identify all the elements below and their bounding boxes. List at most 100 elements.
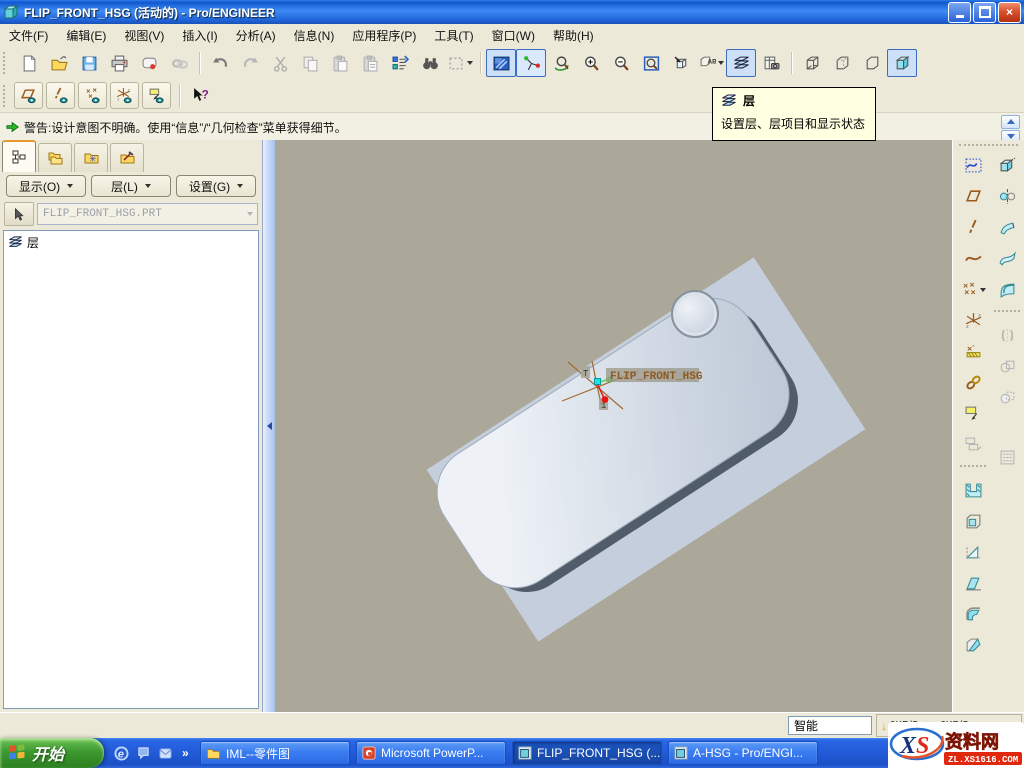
menu-item-tools[interactable]: 工具(T) [425, 25, 482, 46]
open-file-button[interactable] [44, 49, 74, 77]
selection-filter-combo[interactable]: 智能 [788, 716, 872, 735]
shaded-button[interactable] [887, 49, 917, 77]
find-button[interactable] [415, 49, 445, 77]
tab-connections[interactable] [110, 143, 144, 172]
trim-tool-button[interactable] [992, 384, 1022, 411]
view-manager-button[interactable] [756, 49, 786, 77]
extrude-tool-button[interactable] [992, 152, 1022, 179]
print-button[interactable] [104, 49, 134, 77]
send-email-button[interactable] [134, 49, 164, 77]
combo-dropdown-icon[interactable] [241, 205, 257, 223]
task-powerpoint[interactable]: Microsoft PowerP... [356, 741, 506, 765]
point-display-button[interactable]: ××× [78, 82, 107, 109]
shell-tool-button[interactable] [958, 508, 988, 535]
datum-axis-button[interactable] [958, 214, 988, 241]
round-tool-button[interactable] [958, 601, 988, 628]
quick-launch-overflow-chevron[interactable]: » [182, 746, 189, 760]
datum-csys-button[interactable]: xz [958, 307, 988, 334]
undo-button[interactable] [205, 49, 235, 77]
start-button[interactable]: 开始 [0, 738, 104, 768]
redo-button[interactable] [235, 49, 265, 77]
annotation-display-button[interactable] [142, 82, 171, 109]
menu-item-insert[interactable]: 插入(I) [173, 25, 226, 46]
hole-tool-button[interactable] [958, 477, 988, 504]
menu-item-view[interactable]: 视图(V) [115, 25, 173, 46]
menu-item-applications[interactable]: 应用程序(P) [343, 25, 425, 46]
copy-geometry-button[interactable] [958, 369, 988, 396]
close-button[interactable]: × [998, 2, 1021, 23]
toolbar-grip[interactable] [3, 85, 9, 107]
annotation-button[interactable] [958, 400, 988, 427]
mirror-tool-button[interactable] [992, 322, 1022, 349]
model-lens-boss[interactable] [671, 290, 719, 338]
datum-axis-display-button[interactable] [46, 82, 75, 109]
select-arrow-button[interactable] [4, 202, 34, 226]
boundary-blend-tool-button[interactable] [992, 276, 1022, 303]
datum-plane-display-button[interactable] [14, 82, 43, 109]
annotation-feature-button[interactable] [958, 431, 988, 458]
restore-button[interactable] [973, 2, 996, 23]
layer-tree-root-item[interactable]: 层 [4, 231, 258, 251]
datum-point-button[interactable]: ×××× [958, 276, 988, 303]
messenger-icon[interactable] [136, 746, 151, 761]
graphics-viewport[interactable]: T 1 FLIP_FRONT_HSG [276, 140, 952, 712]
layer-menu-button[interactable]: 层(L) [91, 175, 171, 197]
revolve-tool-button[interactable] [992, 183, 1022, 210]
copy-button[interactable] [295, 49, 325, 77]
merge-tool-button[interactable] [992, 353, 1022, 380]
wireframe-button[interactable] [797, 49, 827, 77]
csys-display-button[interactable]: xz [110, 82, 139, 109]
saved-views-button[interactable] [666, 49, 696, 77]
panel-splitter[interactable] [263, 140, 276, 712]
link-button[interactable] [164, 49, 194, 77]
paste-button[interactable] [325, 49, 355, 77]
scroll-up-button[interactable] [1001, 115, 1020, 129]
menu-item-file[interactable]: 文件(F) [0, 25, 57, 46]
menu-item-edit[interactable]: 编辑(E) [57, 25, 115, 46]
task-iml-folder[interactable]: IML--零件图 [200, 741, 350, 765]
style-tool-button[interactable] [958, 152, 988, 179]
menu-item-info[interactable]: 信息(N) [285, 25, 344, 46]
tab-folder-browser[interactable] [38, 143, 72, 172]
menu-item-window[interactable]: 窗口(W) [483, 25, 544, 46]
model-selector-combo[interactable]: FLIP_FRONT_HSG.PRT [37, 203, 258, 225]
chamfer-tool-button[interactable] [958, 632, 988, 659]
hidden-line-button[interactable] [827, 49, 857, 77]
toolbar-grip[interactable] [3, 52, 9, 74]
zoom-in-button[interactable] [576, 49, 606, 77]
select-filter-button[interactable] [445, 49, 475, 77]
menu-item-analysis[interactable]: 分析(A) [227, 25, 285, 46]
show-menu-button[interactable]: 显示(O) [6, 175, 86, 197]
new-file-button[interactable] [14, 49, 44, 77]
minimize-button[interactable] [948, 2, 971, 23]
draft-tool-button[interactable] [958, 570, 988, 597]
collapse-panel-icon[interactable] [267, 422, 272, 430]
layer-tree[interactable]: 层 [3, 230, 259, 709]
task-flip-front-hsg[interactable]: FLIP_FRONT_HSG (... [512, 741, 662, 765]
spin-center-button[interactable] [516, 49, 546, 77]
datum-plane-button[interactable] [958, 183, 988, 210]
menu-item-help[interactable]: 帮助(H) [544, 25, 603, 46]
layers-button[interactable] [726, 49, 756, 77]
regenerate-button[interactable] [385, 49, 415, 77]
zoom-out-button[interactable] [606, 49, 636, 77]
tab-favorites[interactable]: ✳ [74, 143, 108, 172]
rib-tool-button[interactable] [958, 539, 988, 566]
internet-explorer-icon[interactable]: e [114, 746, 129, 761]
datum-curve-button[interactable] [958, 245, 988, 272]
view-names-button[interactable]: AB [696, 49, 726, 77]
settings-menu-button[interactable]: 设置(G) [176, 175, 256, 197]
sketch-tool-button[interactable]: ×` [958, 338, 988, 365]
sweep-tool-button[interactable] [992, 214, 1022, 241]
cut-button[interactable] [265, 49, 295, 77]
context-help-button[interactable]: ? [185, 82, 215, 110]
repaint-button[interactable] [486, 49, 516, 77]
tab-model-tree[interactable] [2, 140, 36, 172]
paste-special-button[interactable] [355, 49, 385, 77]
orient-mode-button[interactable] [546, 49, 576, 77]
swept-blend-tool-button[interactable] [992, 245, 1022, 272]
outlook-icon[interactable] [158, 746, 173, 761]
save-button[interactable] [74, 49, 104, 77]
toolbar-grip[interactable] [959, 144, 1018, 150]
pattern-tool-button[interactable] [992, 444, 1022, 471]
